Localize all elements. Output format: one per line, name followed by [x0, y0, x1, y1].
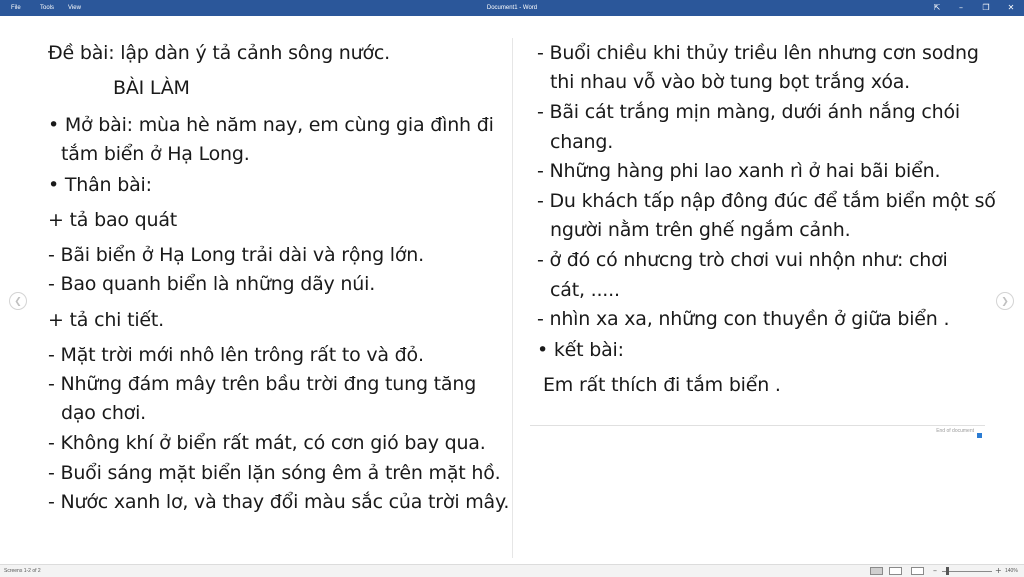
right-line-10: - nhìn xa xa, những con thuyền ở giữa bi…	[537, 308, 950, 330]
left-line-15: - Nước xanh lơ, và thay đổi màu sắc của …	[48, 491, 510, 513]
fit-window-icon[interactable]: ⇱	[927, 0, 947, 16]
zoom-slider-thumb[interactable]	[946, 567, 949, 575]
title-bar: File Tools View Document1 - Word ⇱ – ❐ ✕	[0, 0, 1024, 16]
menu-file[interactable]: File	[11, 0, 21, 16]
left-line-11: - Những đám mây trên bầu trời đng tung t…	[48, 373, 477, 395]
right-line-4: chang.	[550, 131, 614, 153]
screen-count: Screens 1-2 of 2	[4, 568, 41, 574]
right-line-3: - Bãi cát trắng mịn màng, dưới ánh nắng …	[537, 101, 960, 123]
menu-view[interactable]: View	[68, 0, 81, 16]
end-of-document-label: End of document	[936, 428, 974, 434]
left-line-7: - Bãi biển ở Hạ Long trải dài và rộng lớ…	[48, 244, 424, 266]
right-line-9: cát, .....	[550, 279, 620, 301]
minimize-button[interactable]: –	[951, 0, 971, 16]
left-line-14: - Buổi sáng mặt biển lặn sóng êm ả trên …	[48, 462, 501, 484]
left-line-12: dạo chơi.	[61, 402, 146, 424]
window-title: Document1 - Word	[486, 5, 538, 11]
right-line-2: thi nhau vỗ vào bờ tung bọt trắng xóa.	[550, 71, 911, 93]
menu-tools[interactable]: Tools	[40, 0, 54, 16]
zoom-slider[interactable]	[942, 571, 992, 572]
zoom-level[interactable]: 140%	[1005, 565, 1018, 577]
zoom-in-button[interactable]: +	[995, 565, 1002, 577]
print-layout-icon[interactable]	[889, 567, 902, 575]
left-line-10: - Mặt trời mới nhô lên trông rất to và đ…	[48, 344, 424, 366]
left-line-3: • Mở bài: mùa hè năm nay, em cùng gia đì…	[48, 114, 494, 136]
close-button[interactable]: ✕	[1001, 0, 1021, 16]
restore-button[interactable]: ❐	[976, 0, 996, 16]
previous-page-icon[interactable]: ❮	[9, 292, 27, 310]
right-line-1: - Buổi chiều khi thủy triều lên nhưng cơ…	[537, 42, 979, 64]
left-line-8: - Bao quanh biển là những dãy núi.	[48, 273, 376, 295]
right-line-7: người nằm trên ghế ngắm cảnh.	[550, 219, 851, 241]
end-of-document-rule	[530, 425, 985, 426]
left-line-9: + tả chi tiết.	[48, 309, 165, 331]
next-page-icon[interactable]: ❯	[996, 292, 1014, 310]
status-bar: Screens 1-2 of 2 – + 140%	[0, 564, 1024, 577]
web-layout-icon[interactable]	[911, 567, 924, 575]
right-line-11: • kết bài:	[537, 339, 624, 361]
right-line-12: Em rất thích đi tắm biển .	[543, 374, 781, 396]
left-line-1: Đề bài: lập dàn ý tả cảnh sông nước.	[48, 42, 390, 64]
right-line-6: - Du khách tấp nập đông đúc để tắm biển …	[537, 190, 996, 212]
left-line-5: • Thân bài:	[48, 174, 152, 196]
read-mode-icon[interactable]	[870, 567, 883, 575]
left-line-6: + tả bao quát	[48, 209, 178, 231]
left-line-4: tắm biển ở Hạ Long.	[61, 143, 250, 165]
right-line-5: - Những hàng phi lao xanh rì ở hai bãi b…	[537, 160, 941, 182]
left-line-2: BÀI LÀM	[113, 77, 190, 99]
page-divider	[512, 38, 513, 558]
right-line-8: - ở đó có nhưcng trò chơi vui nhộn như: …	[537, 249, 948, 271]
document-area[interactable]: ❮ ❯ Đề bài: lập dàn ý tả cảnh sông nước.…	[0, 16, 1024, 564]
end-of-document-marker-icon	[977, 433, 982, 438]
zoom-out-button[interactable]: –	[933, 565, 937, 577]
left-line-13: - Không khí ở biển rất mát, có cơn gió b…	[48, 432, 486, 454]
